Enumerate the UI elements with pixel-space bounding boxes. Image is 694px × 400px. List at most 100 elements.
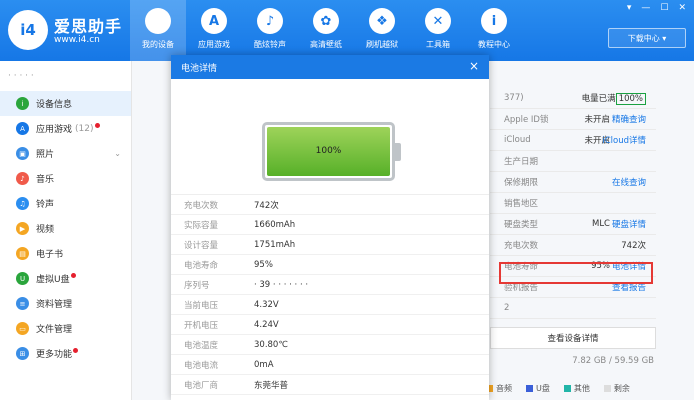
- info-label: 2: [504, 303, 510, 313]
- sidebar-item-4[interactable]: ♫ 铃声: [0, 191, 131, 216]
- battery-info-row: 电池寿命 95%: [171, 255, 489, 275]
- legend-item: 剩余: [603, 383, 630, 394]
- download-center-button[interactable]: 下载中心 ▾: [608, 28, 686, 48]
- dialog-title-bar: 电池详情 ×: [171, 55, 489, 79]
- maximize-icon[interactable]: ☐: [660, 3, 668, 13]
- appstore-icon: A: [16, 122, 29, 135]
- view-device-details-button[interactable]: 查看设备详情: [490, 327, 656, 349]
- info-value: 未开启: [584, 115, 610, 125]
- sidebar-item-6[interactable]: ▤ 电子书: [0, 241, 131, 266]
- info-label: 销售地区: [504, 199, 539, 209]
- sidebar-item-label: 电子书: [36, 250, 64, 260]
- sidebar-item-10[interactable]: ⊞ 更多功能: [0, 341, 131, 366]
- battery-info-row: 电池电流 0mA: [171, 355, 489, 375]
- info-label: iCloud: [504, 135, 531, 145]
- main-nav: 我的设备 A 应用游戏 ♪ 酷炫铃声 ✿ 高清壁纸 ❖ 刷机越狱 ✕ 工具箱 i 教程中心: [130, 0, 522, 61]
- battery-info-row: 电池温度 30.80℃: [171, 335, 489, 355]
- chevron-down-icon[interactable]: ⌄: [114, 149, 121, 158]
- info-link[interactable]: 在线查询: [612, 176, 646, 188]
- menu-icon[interactable]: ▾: [627, 3, 632, 13]
- i4-logo-icon: i4: [8, 10, 48, 50]
- battery-info-row: 实际容量 1660mAh: [171, 215, 489, 235]
- close-icon[interactable]: ×: [469, 59, 479, 73]
- battery-status: 电量已满 100%: [582, 92, 646, 105]
- sidebar-item-1[interactable]: A 应用游戏 (12): [0, 116, 131, 141]
- sidebar-item-5[interactable]: ▶ 视频: [0, 216, 131, 241]
- info-row: 保修期限 在线查询: [490, 172, 656, 193]
- info-value: MLC: [591, 219, 610, 229]
- notification-dot: [73, 348, 79, 353]
- info-icon: i: [16, 97, 29, 110]
- nav-item-5[interactable]: ✕ 工具箱: [410, 0, 466, 61]
- sidebar-item-label: 音乐: [36, 175, 55, 185]
- battery-info-value: 0mA: [254, 359, 274, 370]
- sidebar-item-3[interactable]: ♪ 音乐: [0, 166, 131, 191]
- sidebar-item-label: 更多功能: [36, 350, 73, 360]
- nav-label: 我的设备: [142, 40, 174, 49]
- nav-label: 应用游戏: [198, 40, 230, 49]
- battery-info-value: 95%: [254, 259, 273, 270]
- sidebar-item-9[interactable]: ▭ 文件管理: [0, 316, 131, 341]
- notification-dot: [94, 123, 100, 128]
- legend-item: U盘: [526, 383, 550, 394]
- info-icon: i: [481, 8, 507, 34]
- battery-info-label: 设计容量: [184, 240, 219, 251]
- nav-item-0[interactable]: 我的设备: [130, 0, 186, 61]
- sidebar-item-2[interactable]: ▣ 照片 ⌄: [0, 141, 131, 166]
- info-label: 硬盘类型: [504, 220, 539, 230]
- nav-item-4[interactable]: ❖ 刷机越狱: [354, 0, 410, 61]
- doc-icon: ≡: [16, 297, 29, 310]
- info-row: 销售地区: [490, 193, 656, 214]
- sidebar-item-label: 铃声: [36, 200, 55, 210]
- battery-info-value: · 39 · · · · · · ·: [254, 279, 309, 290]
- info-row: 生产日期: [490, 151, 656, 172]
- close-icon[interactable]: ✕: [678, 3, 686, 13]
- nav-item-2[interactable]: ♪ 酷炫铃声: [242, 0, 298, 61]
- nav-label: 教程中心: [478, 40, 510, 49]
- info-label: 377): [504, 93, 524, 103]
- legend-label: 音频: [496, 384, 512, 393]
- battery-info-value: 1660mAh: [254, 219, 296, 230]
- battery-info-label: 开机电压: [184, 320, 219, 331]
- sidebar-item-label: 设备信息: [36, 100, 73, 110]
- brand-name: 爱思助手: [54, 17, 123, 36]
- brand-url: www.i4.cn: [54, 35, 100, 45]
- grid-icon: ⊞: [16, 347, 29, 360]
- bell-icon: ♫: [16, 197, 29, 210]
- minimize-icon[interactable]: —: [641, 3, 650, 13]
- sidebar-item-label: 虚拟U盘: [36, 275, 70, 285]
- nav-label: 高清壁纸: [310, 40, 342, 49]
- battery-info-row: 充电次数 742次: [171, 195, 489, 215]
- sidebar-item-7[interactable]: U 虚拟U盘: [0, 266, 131, 291]
- window-controls: ▾ — ☐ ✕: [627, 3, 686, 13]
- legend-item: 其他: [563, 383, 590, 394]
- storage-legend: 音频 U盘 其他 剩余: [486, 383, 630, 394]
- info-link[interactable]: iCloud详情: [602, 134, 646, 146]
- battery-info-value: 东莞华普: [254, 380, 289, 391]
- info-label: 保修期限: [504, 178, 539, 188]
- notification-dot: [70, 273, 76, 278]
- battery-info-label: 电池电流: [184, 360, 219, 371]
- nav-item-1[interactable]: A 应用游戏: [186, 0, 242, 61]
- battery-info-value: 4.32V: [254, 299, 279, 310]
- tools-icon: ✕: [425, 8, 451, 34]
- battery-info-row: 当前电压 4.32V: [171, 295, 489, 315]
- battery-info-row: 序列号 · 39 · · · · · · ·: [171, 275, 489, 295]
- usb-icon: U: [16, 272, 29, 285]
- sidebar-item-8[interactable]: ≡ 资料管理: [0, 291, 131, 316]
- device-name[interactable]: · · · · ·: [0, 61, 131, 91]
- battery-info-value: 30.80℃: [254, 339, 288, 350]
- sidebar-item-0[interactable]: i 设备信息: [0, 91, 131, 116]
- info-link[interactable]: 硬盘详情: [612, 218, 646, 230]
- info-label: 生产日期: [504, 157, 539, 167]
- info-value: 742次: [621, 241, 646, 251]
- nav-item-6[interactable]: i 教程中心: [466, 0, 522, 61]
- app-count: (12): [75, 123, 94, 134]
- legend-label: 其他: [573, 384, 590, 393]
- photo-icon: ▣: [16, 147, 29, 160]
- folder-icon: ▭: [16, 322, 29, 335]
- battery-details-dialog: 电池详情 × 100% 充电次数 742次 实际容量 1660mAh 设计容量 17…: [171, 55, 489, 400]
- info-link[interactable]: 精确查询: [612, 113, 646, 125]
- flower-icon: ✿: [313, 8, 339, 34]
- nav-item-3[interactable]: ✿ 高清壁纸: [298, 0, 354, 61]
